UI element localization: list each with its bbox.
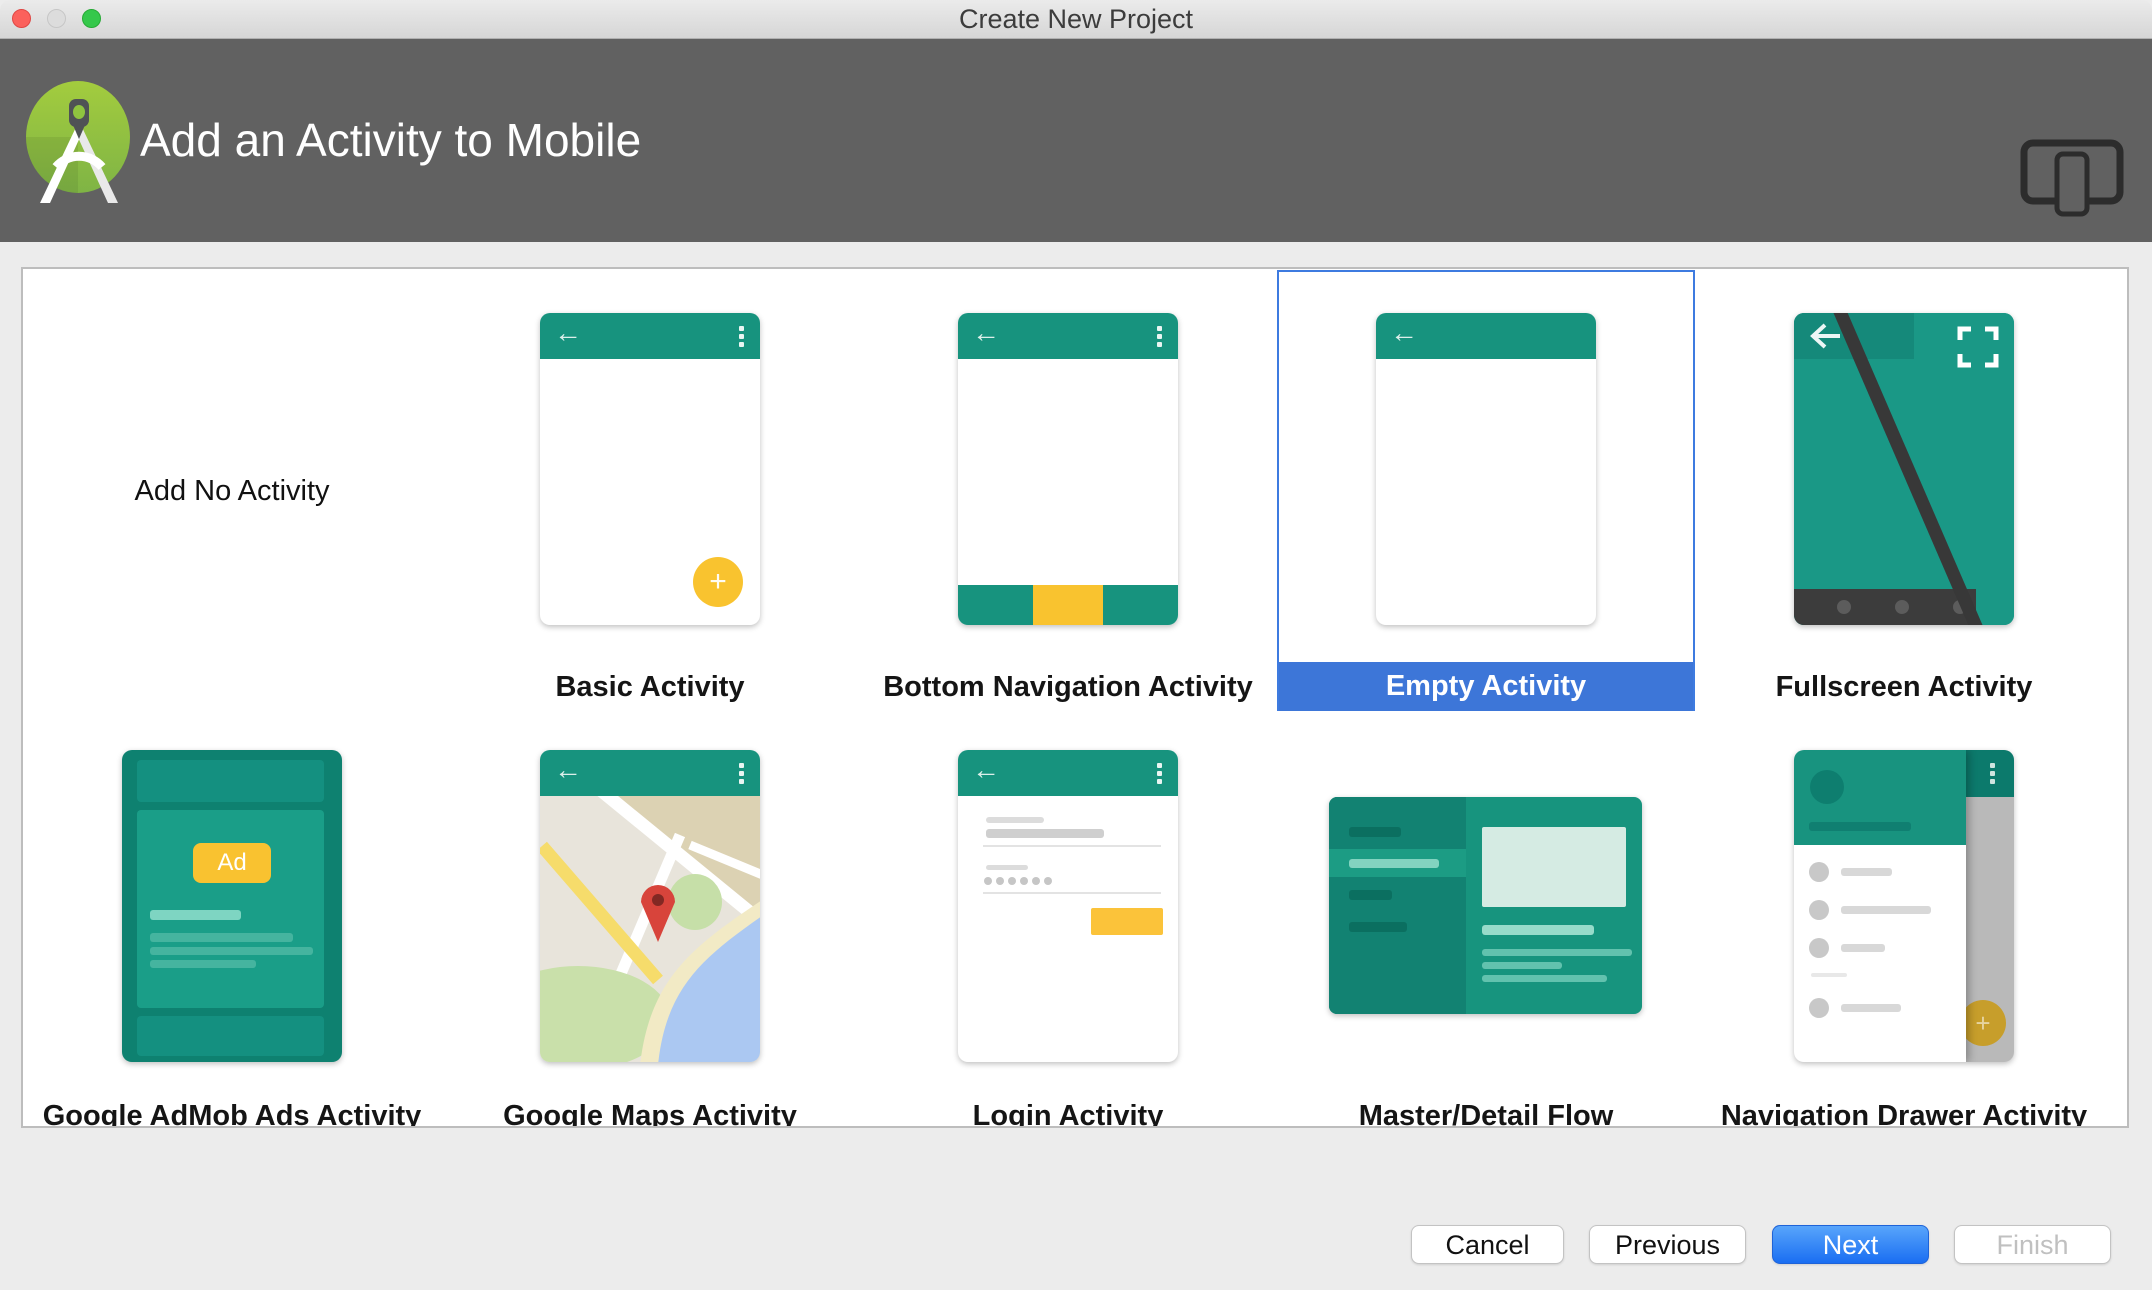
mobile-tablet-form-factor-icon <box>2020 139 2124 217</box>
activity-option-master-detail-flow[interactable]: Master/Detail Flow <box>1277 750 1695 1128</box>
bottom-navigation-thumbnail: ← <box>958 313 1178 625</box>
activity-label: Login Activity <box>972 1100 1164 1128</box>
master-list-pane <box>1329 797 1466 1014</box>
activity-label: Add No Activity <box>134 475 330 507</box>
fullscreen-activity-thumbnail <box>1794 313 2014 625</box>
login-password-dots <box>984 877 992 885</box>
activity-gallery-panel: Add No Activity ← + Basic Activity ← Bot… <box>21 267 2129 1128</box>
overflow-menu-icon <box>1157 763 1162 768</box>
admob-top-strip <box>137 760 324 802</box>
nav-drawer-thumbnail: + <box>1794 750 2014 1062</box>
drawer-header <box>1794 750 1966 845</box>
appbar: ← <box>958 313 1178 359</box>
activity-option-add-no-activity[interactable]: Add No Activity <box>23 270 441 713</box>
next-button[interactable]: Next <box>1772 1225 1929 1264</box>
appbar: ← <box>958 750 1178 796</box>
window-titlebar: Create New Project <box>0 0 2152 39</box>
overflow-menu-icon <box>739 763 744 768</box>
dimmed-fab-plus-icon: + <box>1960 1000 2006 1046</box>
admob-thumbnail: Ad <box>122 750 342 1062</box>
basic-activity-thumbnail: ← + <box>540 313 760 625</box>
activity-label: Fullscreen Activity <box>1775 671 2033 703</box>
appbar: ← <box>1376 313 1596 359</box>
bottom-nav-bar <box>958 585 1178 625</box>
wizard-title: Add an Activity to Mobile <box>140 114 642 166</box>
wizard-header: Add an Activity to Mobile <box>0 39 2152 242</box>
appbar: ← <box>540 313 760 359</box>
back-arrow-icon: ← <box>1390 317 1418 348</box>
dimmed-appbar <box>1966 750 2014 797</box>
activity-option-empty-activity[interactable]: ← Empty Activity <box>1277 270 1695 711</box>
finish-button[interactable]: Finish <box>1954 1225 2111 1264</box>
activity-label: Basic Activity <box>555 671 745 703</box>
login-username-field <box>986 829 1104 838</box>
activity-option-google-admob-ads-activity[interactable]: Ad Google AdMob Ads Activity <box>23 750 441 1128</box>
back-arrow-icon: ← <box>554 317 582 348</box>
activity-label: Master/Detail Flow <box>1358 1100 1614 1128</box>
login-button-placeholder <box>1091 908 1163 935</box>
avatar <box>1810 770 1844 804</box>
activity-label: Navigation Drawer Activity <box>1720 1100 2088 1128</box>
activity-option-basic-activity[interactable]: ← + Basic Activity <box>441 270 859 713</box>
maps-thumbnail: ← <box>540 750 760 1062</box>
overflow-menu-icon <box>739 326 744 331</box>
activity-label: Google Maps Activity <box>503 1100 797 1128</box>
window-title: Create New Project <box>958 4 1194 34</box>
appbar: ← <box>540 750 760 796</box>
back-arrow-icon: ← <box>972 317 1000 348</box>
ad-badge: Ad <box>193 843 271 883</box>
detail-image-placeholder <box>1482 827 1626 907</box>
overflow-menu-icon <box>1990 763 1995 768</box>
activity-option-navigation-drawer-activity[interactable]: + Navigation Drawer Activity <box>1695 750 2113 1128</box>
admob-bottom-strip <box>137 1016 324 1056</box>
android-studio-logo-icon <box>26 81 130 203</box>
cancel-button[interactable]: Cancel <box>1411 1225 1564 1264</box>
activity-label: Google AdMob Ads Activity <box>42 1100 422 1128</box>
activity-option-bottom-navigation-activity[interactable]: ← Bottom Navigation Activity <box>859 270 1277 713</box>
activity-option-login-activity[interactable]: ← Login Activity <box>859 750 1277 1128</box>
back-arrow-icon: ← <box>554 754 582 785</box>
activity-label: Bottom Navigation Activity <box>883 671 1253 703</box>
master-selected-row <box>1329 849 1466 877</box>
drawer-panel <box>1794 750 1966 1062</box>
overflow-menu-icon <box>1157 326 1162 331</box>
activity-option-fullscreen-activity[interactable]: Fullscreen Activity <box>1695 270 2113 713</box>
login-thumbnail: ← <box>958 750 1178 1062</box>
create-new-project-dialog: Create New Project Add an Activity to Mo… <box>0 0 2152 1290</box>
master-detail-thumbnail <box>1329 797 1642 1014</box>
admob-content-panel: Ad <box>137 810 324 1008</box>
previous-button[interactable]: Previous <box>1589 1225 1746 1264</box>
back-arrow-icon: ← <box>972 754 1000 785</box>
fab-plus-icon: + <box>693 557 743 607</box>
activity-option-google-maps-activity[interactable]: ← Google Maps Activity <box>441 750 859 1128</box>
empty-activity-thumbnail: ← <box>1376 313 1596 625</box>
selected-activity-label: Empty Activity <box>1279 662 1693 711</box>
